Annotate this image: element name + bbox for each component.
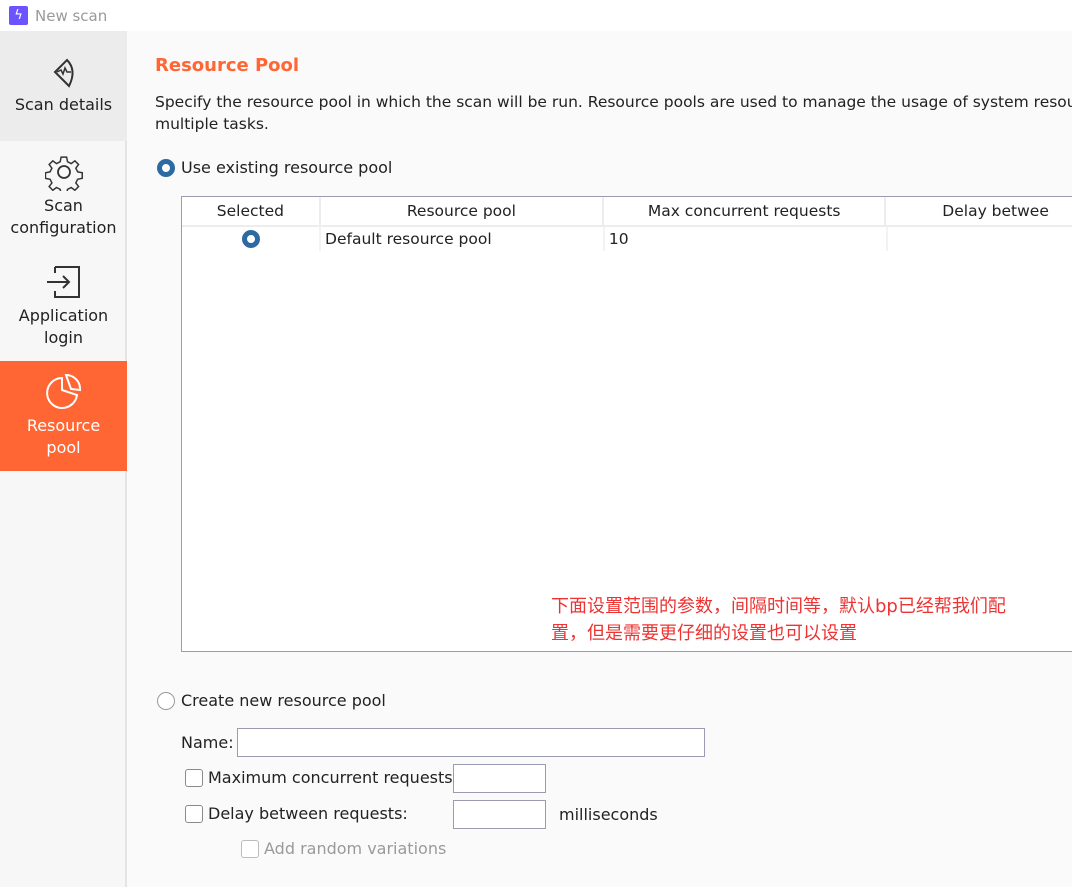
- row-max-concurrent: 10: [605, 227, 888, 251]
- sidebar-item-label: login: [44, 328, 83, 347]
- sidebar-item-scan-details[interactable]: Scan details: [0, 31, 127, 141]
- row-pool-name: Default resource pool: [321, 227, 605, 251]
- login-arrow-icon: [46, 266, 80, 298]
- sidebar-item-label: Application: [18, 306, 109, 325]
- random-variations-checkbox[interactable]: Add random variations: [241, 839, 446, 858]
- column-header-delay[interactable]: Delay betwee: [886, 197, 1072, 225]
- sidebar-item-application-login[interactable]: Application login: [0, 251, 127, 361]
- pie-chart-icon: [45, 373, 81, 409]
- use-existing-pool-radio[interactable]: Use existing resource pool: [157, 158, 392, 177]
- row-delay: [888, 227, 1072, 251]
- delay-unit-label: milliseconds: [559, 805, 658, 824]
- title-bar: ϟ New scan: [0, 0, 1072, 31]
- sidebar-item-label: Scan: [44, 196, 83, 215]
- section-description: Specify the resource pool in which the s…: [155, 93, 1072, 133]
- main-panel: Resource Pool Specify the resource pool …: [129, 31, 1072, 887]
- column-header-resource-pool[interactable]: Resource pool: [321, 197, 605, 225]
- sidebar-item-label: Scan details: [14, 95, 113, 114]
- column-header-selected[interactable]: Selected: [182, 197, 321, 225]
- column-header-max-concurrent[interactable]: Max concurrent requests: [604, 197, 887, 225]
- window-title: New scan: [35, 6, 108, 25]
- gear-icon: [44, 156, 83, 191]
- name-label: Name:: [181, 733, 234, 752]
- delay-input[interactable]: [453, 800, 546, 829]
- sidebar-item-label: configuration: [10, 218, 117, 237]
- radio-unchecked-icon[interactable]: [157, 691, 175, 710]
- section-title: Resource Pool: [155, 55, 300, 76]
- max-concurrent-checkbox[interactable]: Maximum concurrent requests:: [185, 768, 458, 787]
- create-new-pool-radio[interactable]: Create new resource pool: [157, 691, 386, 710]
- sidebar-item-scan-configuration[interactable]: Scan configuration: [0, 141, 127, 251]
- row-selected-cell[interactable]: [182, 227, 322, 251]
- sidebar-item-label: pool: [46, 438, 81, 457]
- checkbox-icon[interactable]: [185, 804, 203, 823]
- sidebar: Scan details Scan configuration Applicat…: [0, 31, 127, 887]
- scan-details-icon: [53, 58, 73, 88]
- checkbox-icon[interactable]: [185, 768, 203, 787]
- table-row[interactable]: Default resource pool 10: [182, 227, 1072, 251]
- table-header: Selected Resource pool Max concurrent re…: [182, 197, 1072, 227]
- checkbox-icon[interactable]: [241, 839, 259, 858]
- resource-pool-table: Selected Resource pool Max concurrent re…: [181, 196, 1072, 652]
- lightning-bolt-icon: ϟ: [9, 6, 28, 25]
- sidebar-item-resource-pool[interactable]: Resource pool: [0, 361, 127, 471]
- name-input[interactable]: [237, 728, 705, 757]
- sidebar-item-label: Resource: [26, 416, 101, 435]
- radio-checked-icon[interactable]: [157, 158, 175, 177]
- delay-checkbox[interactable]: Delay between requests:: [185, 804, 408, 823]
- annotation-note: 下面设置范围的参数，间隔时间等，默认bp已经帮我们配 置，但是需要更仔细的设置也…: [551, 596, 1006, 644]
- max-concurrent-input[interactable]: [453, 764, 546, 793]
- row-selected-radio[interactable]: [241, 230, 260, 248]
